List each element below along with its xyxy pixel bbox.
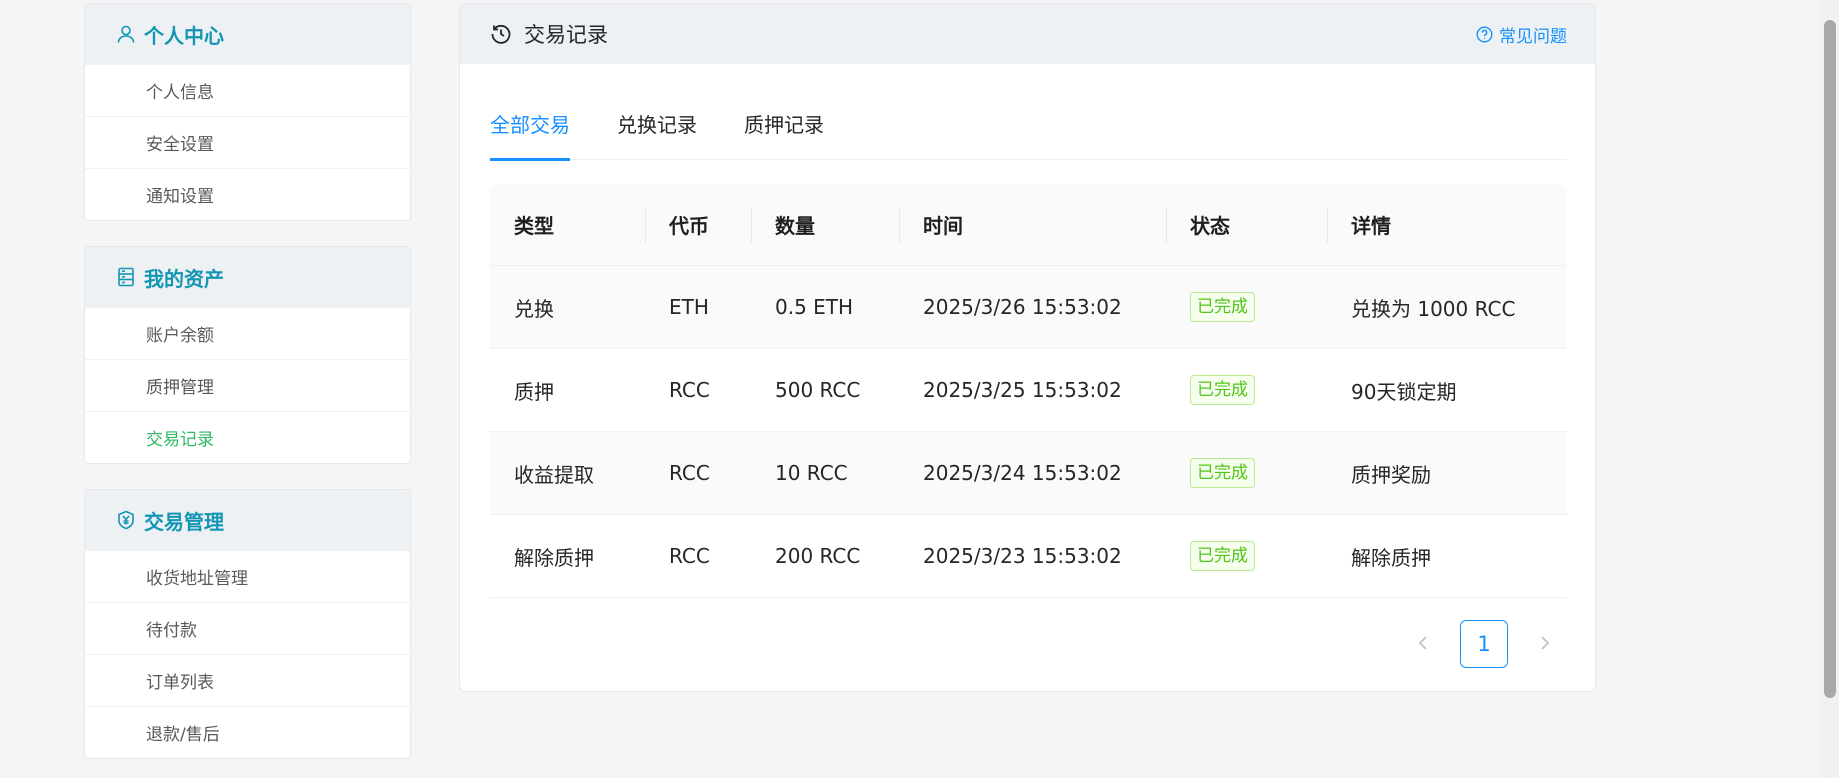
sidebar: 个人中心 个人信息 安全设置 通知设置 我的资产 账户余额 质押管理 交易记录 [84,3,411,778]
cell-type: 质押 [514,379,554,404]
cell-status: 已完成 [1166,349,1327,431]
cell-token: RCC [669,544,710,568]
page-title-text: 交易记录 [524,23,608,47]
cell-detail: 90天锁定期 [1351,379,1457,404]
cell-amount: 500 RCC [775,378,861,402]
status-badge: 已完成 [1190,375,1255,405]
cell-type: 收益提取 [514,462,594,487]
tab-staking-records[interactable]: 质押记录 [744,99,824,160]
page-title: 交易记录 [490,19,608,49]
column-header-status: 状态 [1166,184,1327,265]
cell-detail: 解除质押 [1351,545,1431,570]
scrollbar-thumb[interactable] [1824,20,1836,698]
user-icon [116,24,136,44]
faq-link[interactable]: 常见问题 [1476,22,1567,47]
chevron-right-icon [1539,632,1551,657]
group-header-my-assets[interactable]: 我的资产 [85,247,410,307]
question-circle-icon [1476,25,1493,43]
menu-group-personal-center: 个人中心 个人信息 安全设置 通知设置 [84,3,411,221]
sidebar-item-pending-payment[interactable]: 待付款 [85,602,410,654]
status-badge: 已完成 [1190,541,1255,571]
cell-token: RCC [669,378,710,402]
sidebar-item-addresses[interactable]: 收货地址管理 [85,550,410,602]
yen-shield-icon [116,510,136,530]
history-icon [490,23,512,45]
group-title: 个人中心 [144,23,224,48]
faq-label: 常见问题 [1499,26,1567,47]
cell-time: 2025/3/25 15:53:02 [923,378,1122,402]
menu-group-my-assets: 我的资产 账户余额 质押管理 交易记录 [84,246,411,464]
cell-detail: 质押奖励 [1351,462,1431,487]
cell-amount: 200 RCC [775,544,861,568]
menu-group-trade-management: 交易管理 收货地址管理 待付款 订单列表 退款/售后 [84,489,411,759]
prev-page-button[interactable] [1400,621,1446,667]
column-header-type: 类型 [514,214,554,238]
column-header-time: 时间 [899,184,1166,265]
cell-time: 2025/3/26 15:53:02 [923,295,1122,319]
sidebar-item-staking[interactable]: 质押管理 [85,359,410,411]
table-body: 兑换 ETH 0.5 ETH 2025/3/26 15:53:02 已完成 兑换… [490,266,1567,598]
cell-amount: 10 RCC [775,461,848,485]
table-row: 解除质押 RCC 200 RCC 2025/3/23 15:53:02 已完成 … [490,515,1567,598]
table-row: 收益提取 RCC 10 RCC 2025/3/24 15:53:02 已完成 质… [490,432,1567,515]
sidebar-item-balance[interactable]: 账户余额 [85,307,410,359]
cell-type: 兑换 [514,296,554,321]
page-scrollbar[interactable] [1821,0,1839,778]
status-badge: 已完成 [1190,292,1255,322]
cell-type: 解除质押 [514,545,594,570]
next-page-button[interactable] [1522,621,1568,667]
tab-all-transactions[interactable]: 全部交易 [490,99,570,161]
chevron-left-icon [1417,632,1429,657]
transactions-table: 类型 代币 数量 时间 状态 详情 兑换 ETH 0.5 ETH 2025/3/… [490,184,1567,598]
pagination: 1 [1400,620,1568,668]
sidebar-item-security[interactable]: 安全设置 [85,116,410,168]
cell-detail: 兑换为 1000 RCC [1351,296,1516,321]
sidebar-item-notifications[interactable]: 通知设置 [85,168,410,220]
column-header-detail: 详情 [1327,184,1567,265]
cell-token: ETH [669,295,709,319]
cell-amount: 0.5 ETH [775,295,854,319]
sidebar-item-orders[interactable]: 订单列表 [85,654,410,706]
status-badge: 已完成 [1190,458,1255,488]
table-header: 类型 代币 数量 时间 状态 详情 [490,184,1567,266]
transaction-tabs: 全部交易 兑换记录 质押记录 [490,99,1567,161]
cell-time: 2025/3/24 15:53:02 [923,461,1122,485]
card-header: 交易记录 常见问题 [460,4,1595,64]
table-row: 兑换 ETH 0.5 ETH 2025/3/26 15:53:02 已完成 兑换… [490,266,1567,349]
cell-token: RCC [669,461,710,485]
tab-exchange-records[interactable]: 兑换记录 [617,99,697,160]
page-number-button[interactable]: 1 [1460,620,1508,668]
sidebar-item-transactions[interactable]: 交易记录 [85,411,410,463]
sidebar-item-refunds[interactable]: 退款/售后 [85,706,410,758]
column-header-token: 代币 [645,184,751,265]
transactions-card: 交易记录 常见问题 全部交易 兑换记录 质押记录 类型 代币 数量 时间 状态 … [459,3,1596,692]
cell-time: 2025/3/23 15:53:02 [923,544,1122,568]
cell-status: 已完成 [1166,515,1327,597]
group-title: 交易管理 [144,509,224,534]
wallet-icon [116,267,136,287]
cell-status: 已完成 [1166,266,1327,348]
cell-status: 已完成 [1166,432,1327,514]
table-row: 质押 RCC 500 RCC 2025/3/25 15:53:02 已完成 90… [490,349,1567,432]
group-header-trade-management[interactable]: 交易管理 [85,490,410,550]
group-title: 我的资产 [144,266,224,291]
group-header-personal-center[interactable]: 个人中心 [85,4,410,64]
sidebar-item-profile[interactable]: 个人信息 [85,64,410,116]
column-header-amount: 数量 [751,184,899,265]
